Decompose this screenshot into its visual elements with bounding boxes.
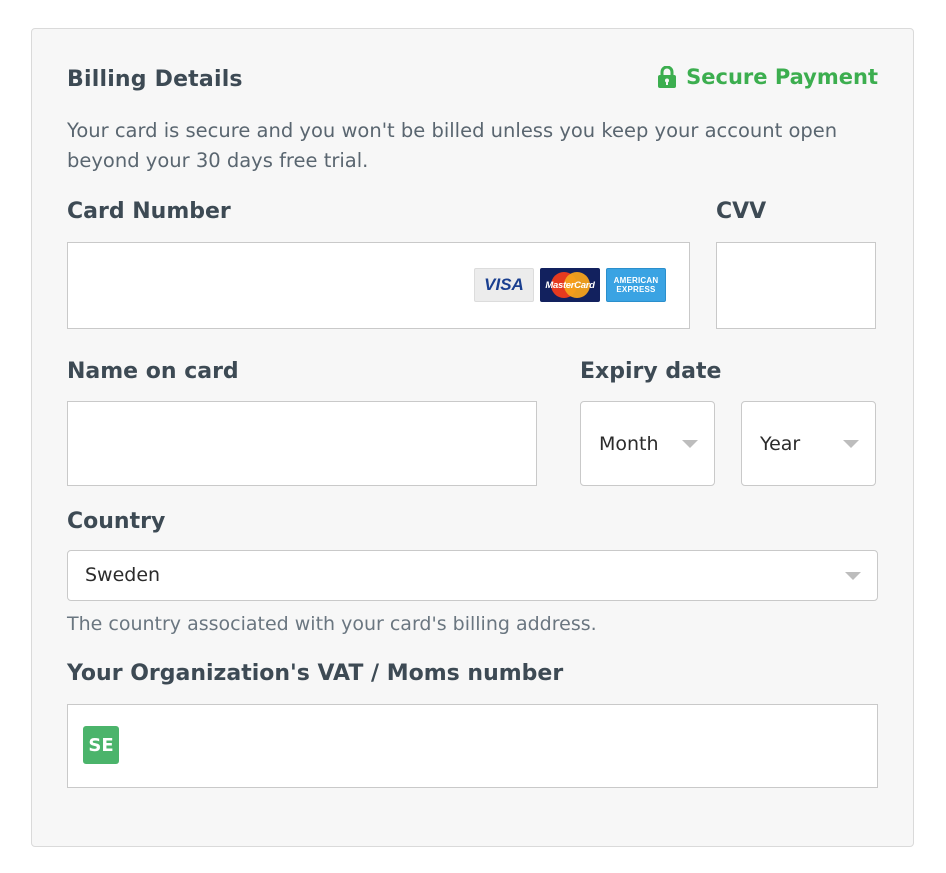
intro-text: Your card is secure and you won't be bil… <box>67 119 838 172</box>
cvv-label: CVV <box>716 199 767 224</box>
visa-logo-text: VISA <box>484 275 524 294</box>
expiry-date-label: Expiry date <box>580 359 722 384</box>
form-title: Billing Details <box>67 67 243 92</box>
amex-logo-text-2: EXPRESS <box>616 285 656 294</box>
vat-country-prefix-badge: SE <box>83 726 119 764</box>
amex-logo: AMERICAN EXPRESS <box>606 268 666 302</box>
visa-logo: VISA <box>474 268 534 302</box>
vat-number-label: Your Organization's VAT / Moms number <box>67 661 564 686</box>
card-brand-logos: VISA MasterCard AMERICAN EXPRESS <box>474 268 666 302</box>
country-selected-value: Sweden <box>85 564 161 586</box>
name-on-card-input[interactable] <box>67 401 537 486</box>
vat-number-input[interactable]: SE <box>67 704 878 788</box>
billing-details-panel: Billing Details Secure Payment Your card… <box>31 28 914 847</box>
expiry-month-select[interactable]: Month <box>580 401 715 486</box>
mastercard-logo-text: MasterCard <box>545 279 595 291</box>
chevron-down-icon <box>682 440 698 448</box>
secure-payment-indicator: Secure Payment <box>658 65 878 89</box>
secure-payment-label: Secure Payment <box>686 65 878 89</box>
country-select[interactable]: Sweden <box>67 550 878 601</box>
name-on-card-label: Name on card <box>67 359 239 384</box>
mastercard-logo: MasterCard <box>540 268 600 302</box>
card-number-label: Card Number <box>67 199 231 224</box>
chevron-down-icon <box>843 440 859 448</box>
country-hint: The country associated with your card's … <box>67 613 597 635</box>
card-number-input[interactable]: VISA MasterCard AMERICAN EXPRESS <box>67 242 690 329</box>
expiry-month-value: Month <box>599 433 659 455</box>
cvv-input[interactable] <box>716 242 876 329</box>
chevron-down-icon <box>845 572 861 580</box>
expiry-year-value: Year <box>760 433 801 455</box>
lock-icon <box>658 66 677 88</box>
amex-logo-text-1: AMERICAN <box>613 276 659 285</box>
country-label: Country <box>67 509 166 534</box>
expiry-year-select[interactable]: Year <box>741 401 876 486</box>
